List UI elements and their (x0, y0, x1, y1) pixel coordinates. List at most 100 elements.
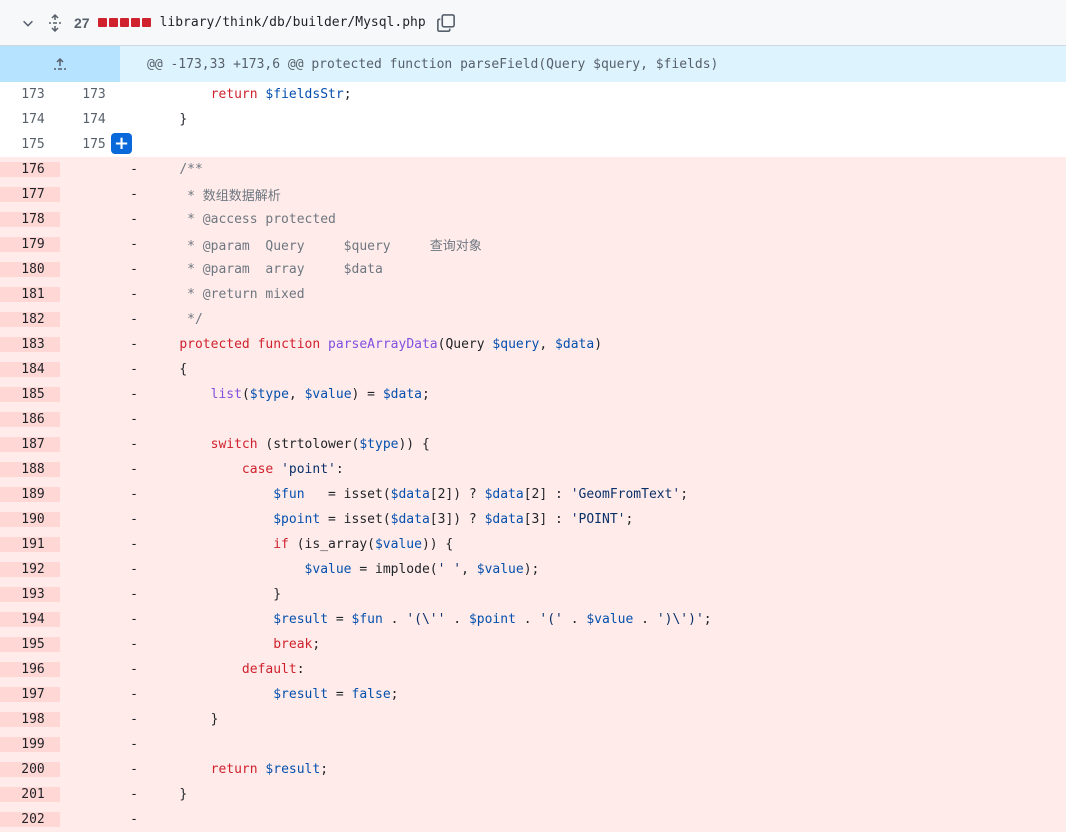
old-line-number[interactable]: 192 (0, 562, 60, 577)
string: ')\')' (656, 612, 704, 627)
old-line-number[interactable]: 193 (0, 587, 60, 602)
diff-marker: - (130, 162, 138, 177)
deleted-line: 182 - */ (0, 307, 1066, 332)
old-line-number[interactable]: 198 (0, 712, 60, 727)
deleted-line: 184 - { (0, 357, 1066, 382)
diff-marker: - (130, 437, 138, 452)
variable: $value (476, 562, 524, 577)
diffstat-block (97, 18, 107, 27)
diffstat-block (130, 18, 140, 27)
old-line-number[interactable]: 199 (0, 737, 60, 752)
old-line-number[interactable]: 173 (0, 87, 60, 102)
hunk-header-text: @@ -173,33 +173,6 @@ protected function … (147, 56, 719, 72)
old-line-number[interactable]: 197 (0, 687, 60, 702)
diff-marker: - (130, 187, 138, 202)
old-line-number[interactable]: 200 (0, 762, 60, 777)
variable: $data (382, 387, 422, 402)
old-line-number[interactable]: 196 (0, 662, 60, 677)
string: 'POINT' (570, 512, 626, 527)
punct: ; (703, 612, 712, 627)
expand-all-icon[interactable] (42, 13, 68, 32)
variable: $fun (273, 487, 305, 502)
keyword: return (210, 762, 258, 777)
code-line: } (148, 787, 187, 802)
comment: * @return mixed (179, 287, 305, 302)
old-line-number[interactable]: 182 (0, 312, 60, 327)
punct: = implode( (351, 562, 438, 577)
collapse-chevron-icon[interactable] (14, 16, 42, 30)
old-line-number[interactable]: 177 (0, 187, 60, 202)
variable: $result (273, 612, 329, 627)
punct: )) { (398, 437, 430, 452)
old-line-number[interactable]: 195 (0, 637, 60, 652)
punct: } (179, 787, 188, 802)
punct: , (288, 387, 305, 402)
hunk-header: @@ -173,33 +173,6 @@ protected function … (0, 46, 1066, 82)
variable: $fun (351, 612, 383, 627)
deleted-line: 176 - /** (0, 157, 1066, 182)
old-line-number[interactable]: 194 (0, 612, 60, 627)
punct: = isset( (304, 487, 391, 502)
old-line-number[interactable]: 175 (0, 137, 60, 152)
diffstat-block (119, 18, 129, 27)
punct: ; (680, 487, 689, 502)
old-line-number[interactable]: 191 (0, 537, 60, 552)
variable: $data (555, 337, 595, 352)
diff-marker: - (130, 212, 138, 227)
string: ' ' (437, 562, 462, 577)
old-line-number[interactable]: 202 (0, 812, 60, 827)
old-line-number[interactable]: 187 (0, 437, 60, 452)
old-line-number[interactable]: 184 (0, 362, 60, 377)
changes-count: 27 (74, 14, 90, 31)
expand-up-icon[interactable] (0, 46, 120, 82)
code-line: /** (148, 162, 202, 177)
punct: } (210, 712, 219, 727)
file-path[interactable]: library/think/db/builder/Mysql.php (160, 15, 426, 30)
diff-marker: - (130, 812, 138, 827)
add-comment-plus-icon[interactable]: + (111, 133, 132, 154)
old-line-number[interactable]: 181 (0, 287, 60, 302)
variable: $type (359, 437, 399, 452)
old-line-number[interactable]: 190 (0, 512, 60, 527)
punct: } (179, 112, 188, 127)
new-line-number[interactable]: 174 (60, 112, 120, 127)
code-line: return $fieldsStr; (148, 87, 352, 102)
deleted-line: 188 - case 'point': (0, 457, 1066, 482)
diff-marker: - (130, 362, 138, 377)
old-line-number[interactable]: 174 (0, 112, 60, 127)
old-line-number[interactable]: 201 (0, 787, 60, 802)
comment: * @param array $data (179, 262, 383, 277)
old-line-number[interactable]: 178 (0, 212, 60, 227)
punct: { (179, 362, 188, 377)
deleted-line: 183 - protected function parseArrayData(… (0, 332, 1066, 357)
old-line-number[interactable]: 188 (0, 462, 60, 477)
code-line: default: (148, 662, 305, 677)
keyword: break (273, 637, 313, 652)
diff-marker: - (130, 562, 138, 577)
old-line-number[interactable]: 186 (0, 412, 60, 427)
diff-line: 173 173 return $fieldsStr; (0, 82, 1066, 107)
function-name: parseArrayData (328, 337, 438, 352)
function-name: list (210, 387, 242, 402)
deleted-line: 195 - break; (0, 632, 1066, 657)
punct: . (562, 612, 587, 627)
punct: ( (241, 387, 250, 402)
code-line: switch (strtolower($type)) { (148, 437, 430, 452)
old-line-number[interactable]: 176 (0, 162, 60, 177)
diff-marker: - (130, 537, 138, 552)
old-line-number[interactable]: 183 (0, 337, 60, 352)
variable: $data (484, 487, 524, 502)
copy-path-icon[interactable] (436, 13, 456, 33)
new-line-number[interactable]: 173 (60, 87, 120, 102)
punct: . (633, 612, 657, 627)
old-line-number[interactable]: 179 (0, 237, 60, 252)
old-line-number[interactable]: 185 (0, 387, 60, 402)
keyword: return (210, 87, 258, 102)
punct: )) { (421, 537, 454, 552)
old-line-number[interactable]: 189 (0, 487, 60, 502)
punct: (strtolower( (257, 437, 360, 452)
punct: ; (625, 512, 634, 527)
deleted-line: 198 - } (0, 707, 1066, 732)
old-line-number[interactable]: 180 (0, 262, 60, 277)
code-line: return $result; (148, 762, 328, 777)
